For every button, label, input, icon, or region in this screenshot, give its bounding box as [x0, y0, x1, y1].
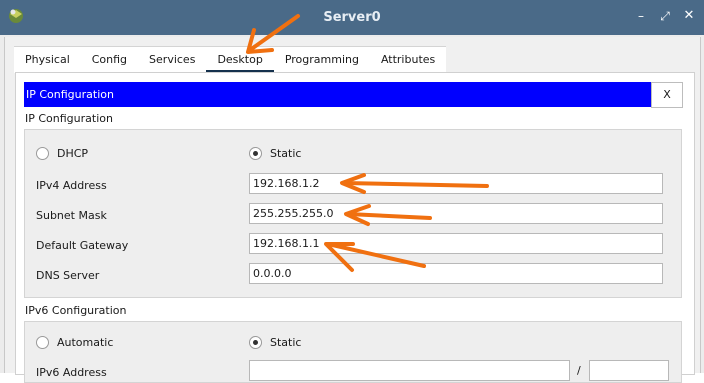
static-label: Static — [270, 147, 302, 160]
tab-services[interactable]: Services — [138, 46, 207, 73]
tab-programming[interactable]: Programming — [273, 46, 370, 73]
ip-config-section-title: IP Configuration — [25, 112, 113, 125]
prefix-separator: / — [577, 364, 581, 377]
subnet-mask-input[interactable] — [249, 203, 663, 224]
static-radio-button[interactable] — [249, 147, 262, 160]
tab-bar: Physical Config Services Desktop Program… — [14, 46, 447, 73]
dns-server-input[interactable] — [249, 263, 663, 284]
ipv6-config-section-title: IPv6 Configuration — [25, 304, 127, 317]
default-gateway-label: Default Gateway — [36, 239, 129, 252]
ipv6-static-radio[interactable]: Static — [249, 336, 301, 349]
window-title: Server0 — [323, 10, 381, 25]
minimize-icon[interactable]: – — [634, 9, 648, 23]
ipv6-static-label: Static — [270, 336, 302, 349]
ip-config-close-button[interactable]: X — [651, 82, 683, 108]
title-bar: Server0 – ⤢ ✕ — [0, 0, 704, 35]
ipv6-address-input[interactable] — [249, 360, 570, 381]
tab-attributes[interactable]: Attributes — [369, 46, 447, 73]
ipv6-prefix-input[interactable] — [589, 360, 669, 381]
dns-server-label: DNS Server — [36, 269, 100, 282]
tab-physical[interactable]: Physical — [14, 46, 81, 73]
subnet-mask-label: Subnet Mask — [36, 209, 107, 222]
ipv4-address-label: IPv4 Address — [36, 179, 107, 192]
ipv6-static-radio-button[interactable] — [249, 336, 262, 349]
automatic-radio-button[interactable] — [36, 336, 49, 349]
default-gateway-input[interactable] — [249, 233, 663, 254]
static-radio[interactable]: Static — [249, 147, 301, 160]
dhcp-label: DHCP — [57, 147, 89, 160]
automatic-radio[interactable]: Automatic — [36, 336, 113, 349]
restore-icon[interactable]: ⤢ — [658, 9, 672, 23]
dhcp-radio-button[interactable] — [36, 147, 49, 160]
ip-config-titlebar: IP Configuration — [24, 82, 655, 107]
ipv4-address-input[interactable] — [249, 173, 663, 194]
dhcp-radio[interactable]: DHCP — [36, 147, 88, 160]
tab-desktop[interactable]: Desktop — [206, 46, 275, 73]
tab-config[interactable]: Config — [80, 46, 139, 73]
automatic-label: Automatic — [57, 336, 114, 349]
close-icon[interactable]: ✕ — [682, 9, 696, 23]
